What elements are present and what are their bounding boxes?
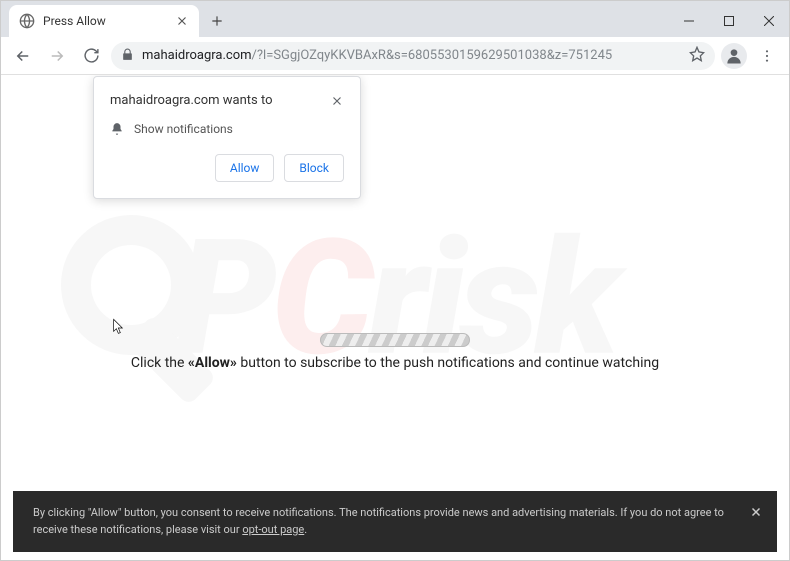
instruction-text: Click the «Allow» button to subscribe to… [95, 355, 695, 371]
tab-title: Press Allow [43, 14, 167, 28]
consent-text: By clicking "Allow" button, you consent … [33, 506, 724, 536]
block-button[interactable]: Block [284, 154, 344, 182]
reload-button[interactable] [77, 42, 105, 70]
loading-bar [320, 333, 470, 347]
minimize-button[interactable] [669, 5, 709, 37]
cursor-icon [111, 318, 127, 334]
url-path: /?l=SGgjOZqyKKVBAxR&s=680553015962950103… [252, 48, 613, 63]
permission-body: Show notifications [134, 122, 233, 136]
forward-button[interactable] [43, 42, 71, 70]
close-tab-icon[interactable] [175, 14, 189, 28]
url-host: mahaidroagra.com [142, 48, 252, 63]
address-bar[interactable]: mahaidroagra.com/?l=SGgjOZqyKKVBAxR&s=68… [111, 42, 715, 70]
active-tab[interactable]: Press Allow [9, 5, 199, 37]
globe-icon [19, 13, 35, 29]
permission-close-icon[interactable] [330, 93, 344, 107]
opt-out-link[interactable]: opt-out page [242, 523, 304, 536]
back-button[interactable] [9, 42, 37, 70]
bell-icon [110, 122, 124, 136]
msg-post: button to subscribe to the push notifica… [237, 355, 659, 371]
browser-window: Press Allow [0, 0, 790, 561]
permission-title: mahaidroagra.com wants to [110, 93, 273, 108]
notification-permission-popup: mahaidroagra.com wants to Show notificat… [93, 76, 361, 199]
allow-button[interactable]: Allow [215, 154, 275, 182]
url-text: mahaidroagra.com/?l=SGgjOZqyKKVBAxR&s=68… [142, 48, 681, 63]
tab-bar: Press Allow [1, 1, 789, 37]
bookmark-icon[interactable] [689, 46, 705, 66]
profile-avatar[interactable] [721, 43, 747, 69]
consent-tail: . [304, 523, 307, 536]
toolbar: mahaidroagra.com/?l=SGgjOZqyKKVBAxR&s=68… [1, 37, 789, 75]
maximize-button[interactable] [709, 5, 749, 37]
page-content: PCrisk mahaidroagra.com wants to Show no… [1, 75, 789, 560]
msg-pre: Click the [131, 355, 188, 371]
kebab-menu-icon[interactable] [753, 42, 781, 70]
lock-icon [121, 46, 134, 65]
new-tab-button[interactable] [203, 7, 231, 35]
msg-bold: «Allow» [188, 355, 237, 371]
consent-close-icon[interactable] [749, 505, 763, 519]
consent-bar: By clicking "Allow" button, you consent … [13, 491, 777, 552]
close-window-button[interactable] [749, 5, 789, 37]
center-message: Click the «Allow» button to subscribe to… [95, 333, 695, 371]
